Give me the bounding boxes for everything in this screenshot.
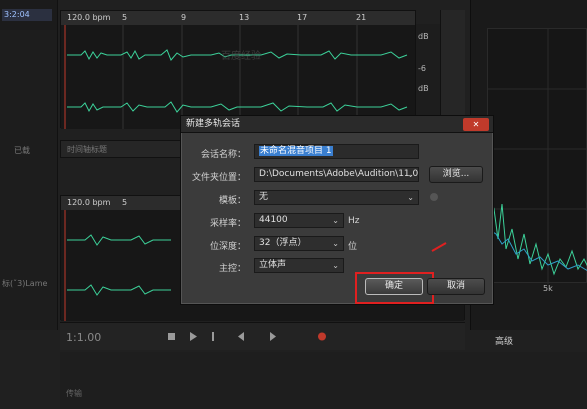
stop-icon[interactable]: [168, 333, 175, 340]
folder-label: 文件夹位置：: [191, 173, 246, 183]
session-name-input[interactable]: 未命名混音项目 1: [254, 144, 419, 159]
pause-icon[interactable]: [212, 332, 214, 341]
sample-rate-label: 采样率：: [209, 219, 246, 229]
session-name-label: 会话名称：: [200, 150, 246, 160]
spectrum-svg: [487, 29, 587, 284]
top-tick-4: 17: [297, 13, 308, 22]
chevron-down-icon: ⌄: [332, 261, 339, 270]
top-tick-1: 5: [122, 13, 128, 22]
top-left-panel: 3:2:04: [0, 0, 58, 30]
right-bottom-label[interactable]: 高级: [495, 334, 513, 347]
folder-select[interactable]: D:\Documents\Adobe\Audition\11.0 ⌄: [254, 167, 419, 182]
top-tick-5: 21: [356, 13, 367, 22]
dialog-title-bar: 新建多轨会话 ✕: [181, 116, 493, 133]
browse-button[interactable]: 浏览...: [429, 166, 483, 183]
db-label-1: dB: [418, 32, 429, 41]
rewind-icon[interactable]: [238, 332, 244, 341]
bottom-panel-label: 传输: [66, 389, 82, 398]
left-panel: 已载 标(ˇ3)Lame: [0, 30, 58, 330]
top-ruler: 120.0 bpm 5 9 13 17 21: [61, 11, 415, 25]
spectrum-plot: [487, 28, 587, 284]
top-waveform: [64, 25, 408, 129]
db-label-3: dB: [418, 84, 429, 93]
ok-button[interactable]: 确定: [365, 278, 423, 295]
db-label-2: -6: [418, 64, 426, 73]
master-label: 主控：: [218, 264, 246, 274]
chevron-down-icon: ⌄: [332, 216, 339, 225]
top-editor: 120.0 bpm 5 9 13 17 21 百度经验: [60, 10, 416, 129]
folder-value: D:\Documents\Adobe\Audition\11.0: [259, 169, 419, 179]
record-icon[interactable]: [318, 332, 326, 341]
top-track-area[interactable]: 百度经验: [61, 25, 415, 129]
bottom-tick-1: 5: [122, 198, 128, 207]
play-icon[interactable]: [190, 332, 197, 341]
bottom-strip: 传输: [60, 352, 587, 409]
bottom-bpm: 120.0 bpm: [67, 198, 111, 207]
editor-tab-label[interactable]: 时间轴标题: [67, 144, 107, 155]
master-select[interactable]: 立体声 ⌄: [254, 258, 344, 273]
audition-window: 3:2:04 已载 标(ˇ3)Lame 120.0 bpm 5 9 13 17 …: [0, 0, 587, 409]
sample-rate-unit: Hz: [348, 216, 360, 226]
dialog-title: 新建多轨会话: [186, 119, 241, 129]
close-icon: ✕: [472, 120, 480, 129]
template-info-icon: [430, 193, 438, 201]
forward-icon[interactable]: [270, 332, 276, 341]
time-display: 1:1.00: [66, 331, 102, 344]
top-bpm: 120.0 bpm: [67, 13, 111, 22]
template-label: 模板：: [218, 196, 246, 206]
top-db-scale: dB -6 dB: [416, 24, 440, 128]
bit-depth-value: 32（浮点）: [259, 238, 307, 248]
chevron-down-icon: ⌄: [407, 193, 414, 202]
sample-rate-select[interactable]: 44100 ⌄: [254, 213, 344, 228]
bit-depth-label: 位深度：: [209, 242, 246, 252]
watermark: 百度经验: [221, 51, 261, 62]
left-panel-item-1: 已载: [14, 146, 30, 155]
top-side-bar: [440, 10, 465, 128]
bit-depth-select[interactable]: 32（浮点） ⌄: [254, 236, 344, 251]
sample-rate-value: 44100: [259, 215, 288, 225]
master-value: 立体声: [259, 260, 287, 270]
chevron-down-icon: ⌄: [332, 239, 339, 248]
transport-bar: 1:1.00: [60, 322, 465, 350]
chevron-down-icon: ⌄: [407, 170, 414, 179]
new-multitrack-session-dialog: 新建多轨会话 ✕ 会话名称： 未命名混音项目 1 文件夹位置： D:\Docum…: [180, 115, 494, 305]
top-tick-3: 13: [239, 13, 250, 22]
red-annotation-mark: [431, 242, 447, 252]
left-panel-item-2: 标(ˇ3)Lame: [2, 279, 48, 288]
time-field[interactable]: 3:2:04: [2, 9, 52, 21]
top-tick-2: 9: [181, 13, 187, 22]
template-value: 无: [259, 192, 269, 202]
session-name-value: 未命名混音项目 1: [259, 146, 333, 156]
template-select[interactable]: 无 ⌄: [254, 190, 419, 205]
cancel-button[interactable]: 取消: [427, 278, 485, 295]
bit-depth-unit: 位: [348, 242, 358, 252]
transport-controls: [168, 332, 326, 341]
spectrum-x-label: 5k: [543, 284, 553, 293]
close-button[interactable]: ✕: [463, 118, 489, 131]
